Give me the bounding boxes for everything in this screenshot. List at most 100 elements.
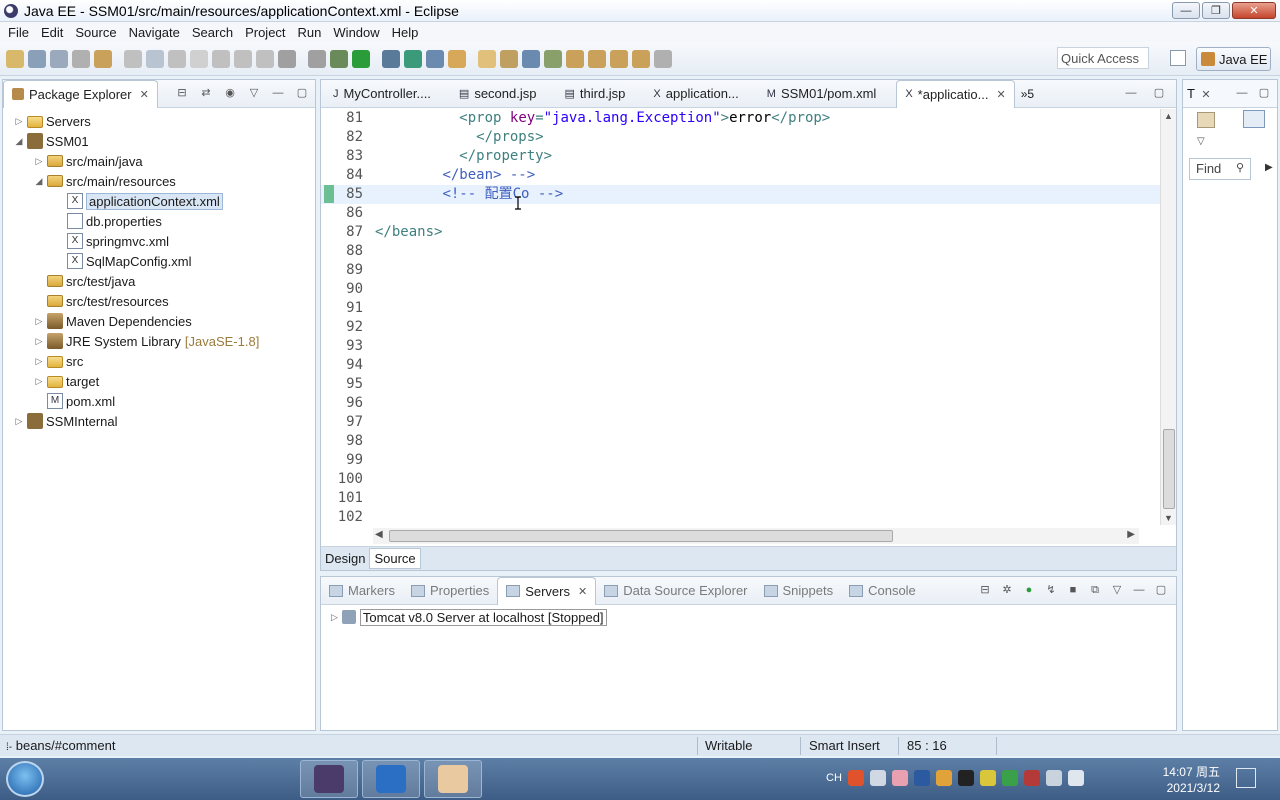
task-icon[interactable] xyxy=(124,50,142,68)
coverage-icon[interactable] xyxy=(382,50,400,68)
suspend-icon[interactable] xyxy=(190,50,208,68)
web-browser-icon[interactable] xyxy=(522,50,540,68)
java-ee-perspective-button[interactable]: Java EE xyxy=(1196,47,1271,71)
scroll-up-icon[interactable]: ▲ xyxy=(1164,111,1173,121)
save-all-icon[interactable] xyxy=(50,50,68,68)
view-tab[interactable]: Snippets xyxy=(756,577,842,604)
new-class-icon[interactable] xyxy=(478,50,496,68)
menu-file[interactable]: File xyxy=(2,25,35,40)
stop-server-icon[interactable]: ■ xyxy=(1066,583,1080,597)
minimize-icon[interactable]: — xyxy=(1124,86,1138,100)
server-entry[interactable]: ▷ Tomcat v8.0 Server at localhost [Stopp… xyxy=(331,607,607,627)
tree-item[interactable]: ▷ Servers xyxy=(3,111,315,131)
vertical-scrollbar[interactable]: ▲ ▼ xyxy=(1160,109,1176,525)
next-annotation-icon[interactable] xyxy=(566,50,584,68)
save-icon[interactable] xyxy=(28,50,46,68)
expand-icon[interactable]: ▷ xyxy=(13,116,25,127)
tree-item[interactable]: XapplicationContext.xml xyxy=(3,191,315,211)
pin-icon[interactable] xyxy=(654,50,672,68)
expand-icon[interactable]: ▷ xyxy=(33,316,45,327)
print-icon[interactable] xyxy=(72,50,90,68)
new-task-icon[interactable] xyxy=(1197,112,1215,128)
more-tabs-button[interactable]: »5 xyxy=(1015,87,1040,101)
run-icon[interactable] xyxy=(352,50,370,68)
minimize-icon[interactable]: — xyxy=(1132,583,1146,597)
close-icon[interactable]: ✕ xyxy=(578,585,587,598)
tree-item[interactable]: ▷ JRE System Library [JavaSE-1.8] xyxy=(3,331,315,351)
view-tab[interactable]: Data Source Explorer xyxy=(596,577,755,604)
menu-source[interactable]: Source xyxy=(69,25,122,40)
maximize-icon[interactable]: ▢ xyxy=(295,86,309,100)
view-tab[interactable]: Console xyxy=(841,577,924,604)
collapse-all-icon[interactable]: ⊟ xyxy=(175,86,189,100)
start-button[interactable] xyxy=(6,761,44,797)
forward-icon[interactable] xyxy=(632,50,650,68)
tree-item[interactable]: ▷ Maven Dependencies xyxy=(3,311,315,331)
security-icon[interactable] xyxy=(1001,770,1018,786)
maximize-icon[interactable]: ▢ xyxy=(1257,86,1271,100)
tree-item[interactable]: db.properties xyxy=(3,211,315,231)
step-over-icon[interactable] xyxy=(278,50,296,68)
link-editor-icon[interactable]: ⇄ xyxy=(199,86,213,100)
editor-tab[interactable]: X *applicatio... ✕ xyxy=(896,79,1015,108)
scroll-right-icon[interactable]: ▶ xyxy=(1127,529,1135,540)
debug-icon[interactable]: ✲ xyxy=(1000,583,1014,597)
antivirus-icon[interactable] xyxy=(1023,770,1040,786)
tray-app-icon[interactable] xyxy=(891,770,908,786)
taskbar-eclipse[interactable] xyxy=(300,760,358,798)
collapse-icon[interactable]: ◢ xyxy=(33,176,45,187)
disconnect-icon[interactable] xyxy=(234,50,252,68)
sogou-icon[interactable] xyxy=(847,770,864,786)
ant-icon[interactable] xyxy=(544,50,562,68)
input-language[interactable]: CH xyxy=(826,772,842,784)
profile-icon[interactable]: ↯ xyxy=(1044,583,1058,597)
editor-tab[interactable]: M SSM01/pom.xml xyxy=(759,80,885,107)
view-tab[interactable]: Markers xyxy=(321,577,403,604)
editor-tab[interactable]: ▤ second.jsp xyxy=(451,80,545,107)
code-editor[interactable]: 81 <prop key="java.lang.Exception">error… xyxy=(321,109,1176,525)
tab-source[interactable]: Source xyxy=(369,548,421,569)
view-tab[interactable]: Servers ✕ xyxy=(497,576,597,605)
focus-icon[interactable]: ◉ xyxy=(223,86,237,100)
tray-tool-icon[interactable] xyxy=(935,770,952,786)
menu-search[interactable]: Search xyxy=(186,25,239,40)
close-icon[interactable]: ✕ xyxy=(140,88,149,101)
view-menu-icon[interactable]: ▽ xyxy=(1110,583,1124,597)
start-server-icon[interactable]: ● xyxy=(1022,583,1036,597)
resume-icon[interactable] xyxy=(168,50,186,68)
collapse-icon[interactable]: ◢ xyxy=(13,136,25,147)
taskbar-word[interactable] xyxy=(362,760,420,798)
editor-tab[interactable]: J MyController.... xyxy=(325,80,439,107)
new-server-icon[interactable] xyxy=(426,50,444,68)
scroll-thumb[interactable] xyxy=(1163,429,1175,509)
ime-settings-icon[interactable] xyxy=(869,770,886,786)
open-type-icon[interactable] xyxy=(94,50,112,68)
editor-tab[interactable]: ▤ third.jsp xyxy=(556,80,633,107)
expand-icon[interactable]: ▷ xyxy=(33,356,45,367)
taskbar-app3[interactable] xyxy=(424,760,482,798)
publish-icon[interactable]: ⧉ xyxy=(1088,583,1102,597)
quick-access-input[interactable]: Quick Access xyxy=(1057,47,1149,69)
scroll-down-icon[interactable]: ▼ xyxy=(1164,513,1173,523)
back-icon[interactable] xyxy=(610,50,628,68)
minimize-button[interactable]: — xyxy=(1172,2,1200,19)
open-search-icon[interactable] xyxy=(500,50,518,68)
tree-item[interactable]: Xspringmvc.xml xyxy=(3,231,315,251)
tree-item[interactable]: ▷ src/main/java xyxy=(3,151,315,171)
tree-item[interactable]: ◢ SSM01 xyxy=(3,131,315,151)
menu-edit[interactable]: Edit xyxy=(35,25,69,40)
menu-run[interactable]: Run xyxy=(292,25,328,40)
horizontal-scrollbar[interactable]: ◀ ▶ xyxy=(373,528,1139,544)
find-input[interactable]: Find ⚲ xyxy=(1189,158,1251,180)
debug-icon[interactable] xyxy=(330,50,348,68)
network-icon[interactable] xyxy=(1067,770,1084,786)
menu-navigate[interactable]: Navigate xyxy=(123,25,186,40)
tray-plus-icon[interactable] xyxy=(979,770,996,786)
terminate-icon[interactable] xyxy=(212,50,230,68)
tab-package-explorer[interactable]: Package Explorer ✕ xyxy=(3,79,158,108)
new-icon[interactable] xyxy=(6,50,24,68)
minimize-icon[interactable]: — xyxy=(271,86,285,100)
tree-item[interactable]: ▷ SSMInternal xyxy=(3,411,315,431)
maximize-icon[interactable]: ▢ xyxy=(1154,583,1168,597)
dropdown-icon[interactable]: ▽ xyxy=(1197,136,1205,147)
